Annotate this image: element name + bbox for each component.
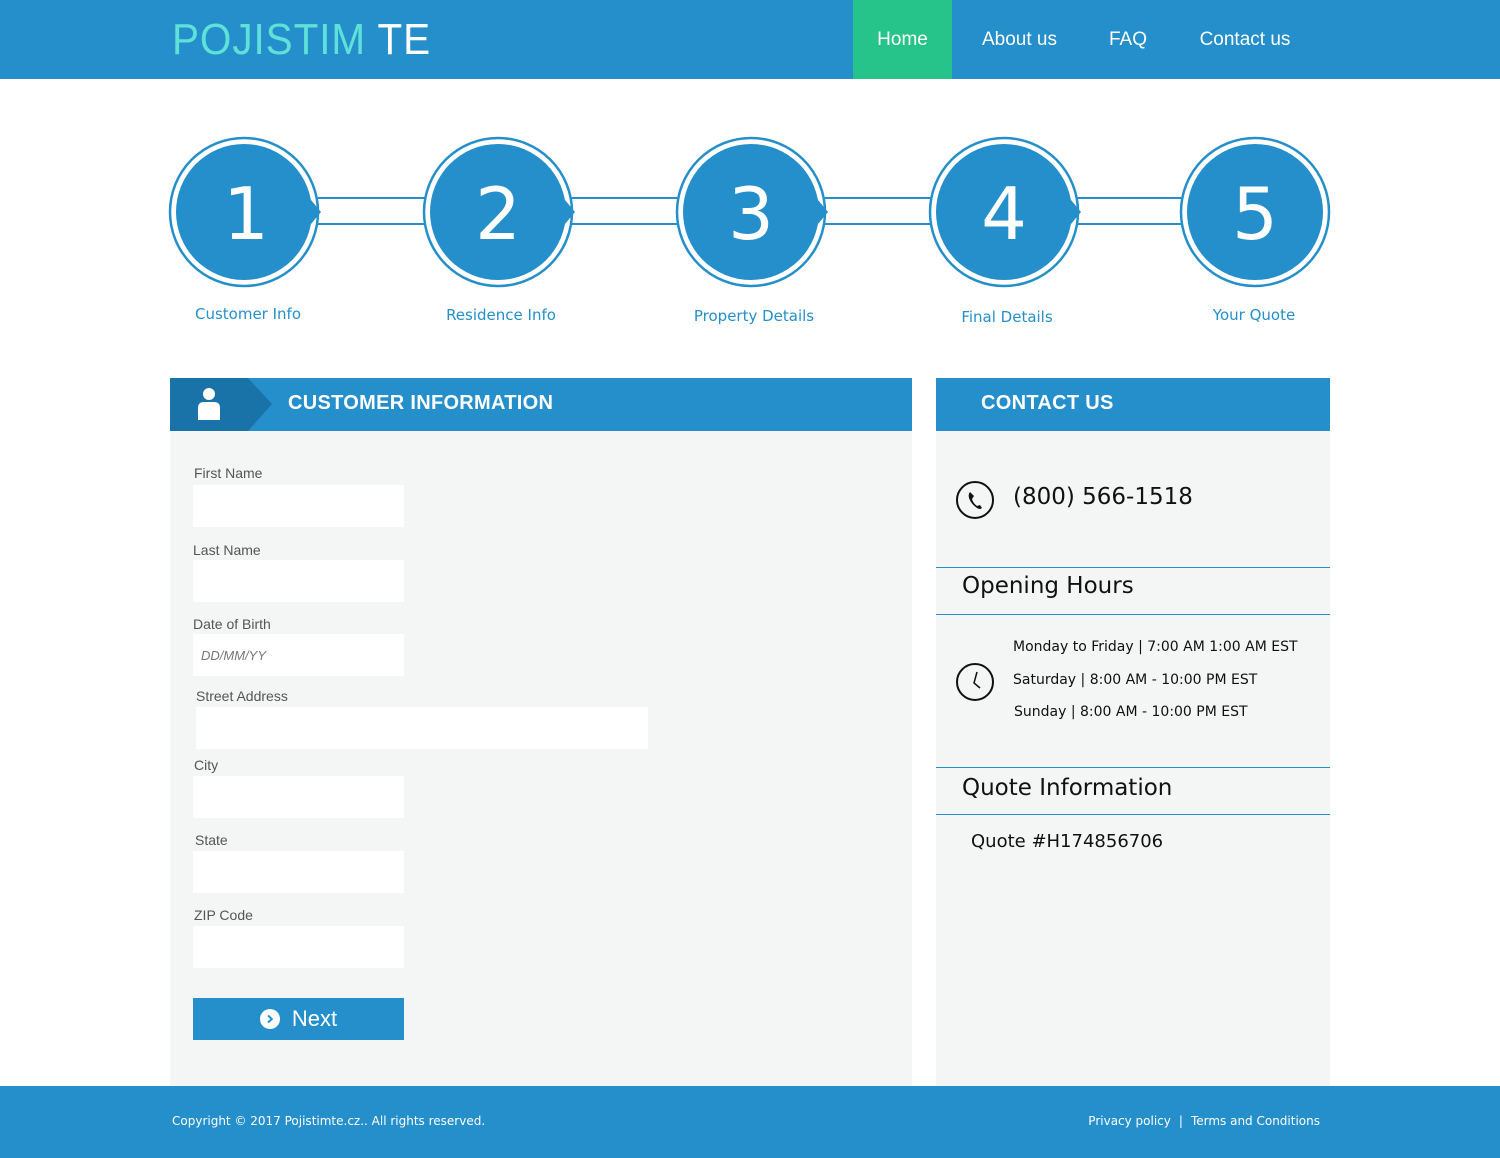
footer-links: Privacy policy | Terms and Conditions (1088, 1114, 1320, 1128)
step-3-circle[interactable]: 3 (675, 136, 828, 288)
site-footer: Copyright © 2017 Pojistimte.cz.. All rig… (0, 1086, 1500, 1158)
state-label: State (195, 832, 228, 848)
quote-number: Quote #H174856706 (971, 831, 1164, 852)
terms-link[interactable]: Terms and Conditions (1191, 1114, 1320, 1128)
customer-info-panel: CUSTOMER INFORMATION First Name Last Nam… (170, 378, 912, 1086)
phone-number[interactable]: (800) 566-1518 (1013, 484, 1193, 510)
zip-code-input[interactable] (193, 926, 404, 968)
state-input[interactable] (193, 851, 404, 893)
step-1-number: 1 (223, 172, 269, 256)
step-3-label[interactable]: Property Details (654, 307, 854, 325)
contact-header: CONTACT US (936, 378, 1330, 431)
divider (936, 567, 1330, 568)
chevron-right-icon (259, 1009, 280, 1029)
next-button[interactable]: Next (193, 998, 404, 1040)
step-4-number: 4 (981, 172, 1027, 256)
customer-info-header: CUSTOMER INFORMATION (170, 378, 912, 431)
footer-separator: | (1178, 1114, 1183, 1128)
date-of-birth-input[interactable] (193, 634, 404, 676)
divider (936, 767, 1330, 768)
contact-title: CONTACT US (981, 392, 1114, 414)
step-2-circle[interactable]: 2 (422, 136, 575, 288)
next-button-label: Next (291, 1006, 338, 1031)
step-1-label[interactable]: Customer Info (148, 305, 348, 323)
zip-code-label: ZIP Code (194, 907, 253, 923)
hours-sunday: Sunday | 8:00 AM - 10:00 PM EST (1014, 704, 1248, 720)
city-label: City (194, 757, 219, 773)
progress-steps: 1 2 3 4 5 (168, 136, 1331, 288)
street-address-input[interactable] (196, 707, 648, 749)
step-5-circle[interactable]: 5 (1179, 136, 1331, 288)
phone-icon (956, 481, 994, 519)
first-name-label: First Name (194, 465, 263, 481)
last-name-input[interactable] (193, 560, 404, 602)
step-4-circle[interactable]: 4 (928, 136, 1081, 288)
clock-icon (956, 663, 994, 701)
step-5-number: 5 (1232, 172, 1278, 256)
step-2-number: 2 (475, 172, 521, 256)
step-3-number: 3 (728, 172, 774, 256)
step-4-label[interactable]: Final Details (907, 308, 1107, 326)
customer-info-title: CUSTOMER INFORMATION (288, 392, 554, 414)
person-icon (170, 378, 272, 431)
first-name-input[interactable] (193, 485, 404, 527)
contact-panel: CONTACT US (800) 566-1518 Opening Hours … (936, 378, 1330, 1086)
quote-information-title: Quote Information (962, 775, 1173, 801)
step-2-label[interactable]: Residence Info (401, 306, 601, 324)
street-address-label: Street Address (196, 688, 288, 704)
date-of-birth-label: Date of Birth (193, 616, 271, 632)
city-input[interactable] (193, 776, 404, 818)
copyright-text: Copyright © 2017 Pojistimte.cz.. All rig… (172, 1114, 486, 1128)
hours-weekdays: Monday to Friday | 7:00 AM 1:00 AM EST (1013, 639, 1298, 655)
opening-hours-title: Opening Hours (962, 573, 1134, 599)
step-5-label[interactable]: Your Quote (1154, 306, 1354, 324)
last-name-label: Last Name (193, 542, 261, 558)
divider (936, 614, 1330, 615)
step-1-circle[interactable]: 1 (168, 136, 321, 288)
hours-saturday: Saturday | 8:00 AM - 10:00 PM EST (1013, 672, 1258, 688)
divider (936, 814, 1330, 815)
privacy-policy-link[interactable]: Privacy policy (1088, 1114, 1171, 1128)
